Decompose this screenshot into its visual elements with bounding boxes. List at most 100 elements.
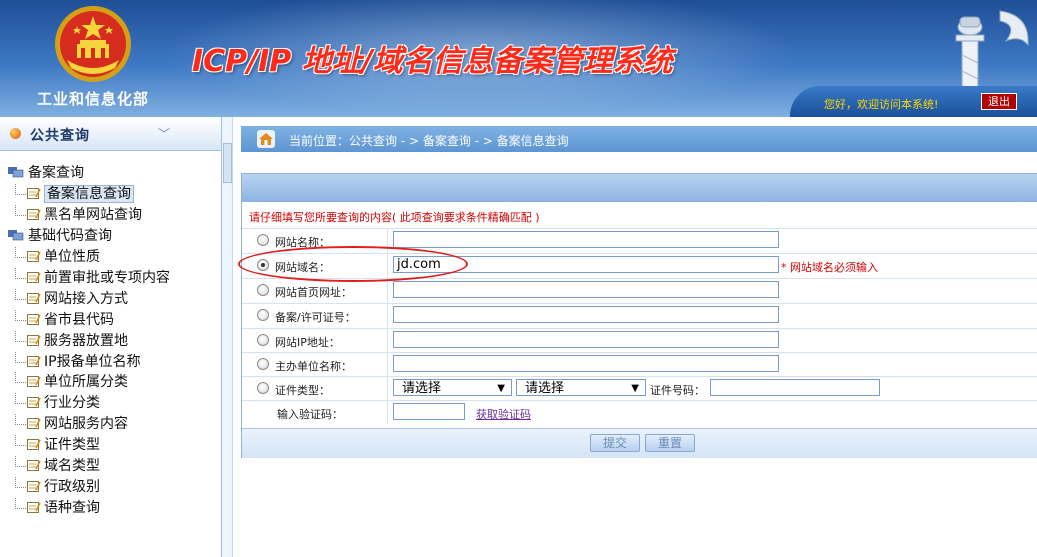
field-label: 证件类型： — [275, 384, 330, 397]
cert-type-select[interactable]: 请选择 ▼ — [393, 379, 512, 396]
field-row-captcha: 输入验证码： 获取验证码 — [242, 400, 1037, 424]
sidebar-item-code-6[interactable]: 单位所属分类 — [15, 371, 128, 391]
sidebar-item-label: 域名类型 — [44, 458, 100, 474]
field-label: 网站首页网址： — [275, 286, 352, 299]
doc-pencil-icon — [27, 209, 41, 220]
sidebar-item-label: 服务器放置地 — [44, 332, 128, 349]
doc-pencil-icon — [27, 501, 41, 513]
radio-org[interactable] — [257, 358, 269, 370]
tree-group-basic-code[interactable]: 基础代码查询 — [8, 225, 112, 245]
doc-pencil-icon — [27, 292, 41, 304]
sidebar-item-label: 行政级别 — [44, 478, 100, 495]
bullet-icon — [10, 128, 21, 139]
form-button-bar: 提交 重置 — [242, 428, 1037, 458]
tree-group-beian[interactable]: 备案查询 — [8, 162, 84, 182]
field-label: 网站IP地址： — [275, 336, 340, 349]
sidebar-item-code-2[interactable]: 网站接入方式 — [15, 288, 128, 308]
sidebar-item-code-4[interactable]: 服务器放置地 — [15, 330, 128, 350]
radio-homepage[interactable] — [257, 284, 269, 296]
radio-site-name[interactable] — [257, 234, 269, 246]
dropdown-arrow-icon: ▼ — [497, 383, 505, 394]
sidebar-item-code-10[interactable]: 域名类型 — [15, 455, 100, 475]
select-value: 请选择 — [402, 381, 442, 396]
radio-license[interactable] — [257, 309, 269, 321]
ministry-name: 工业和信息化部 — [37, 90, 150, 108]
sidebar-item-code-7[interactable]: 行业分类 — [15, 392, 100, 412]
sidebar-item-label: 省市县代码 — [44, 311, 114, 328]
sidebar-item-label: 备案信息查询 — [44, 185, 134, 203]
breadcrumb: 当前位置：公共查询 - > 备案查询 - > 备案信息查询 — [241, 126, 1037, 152]
sidebar: 公共查询 ﹀ 备案查询 备案信息查询 黑名单网站查询 基础代码查询 单位性质前置… — [0, 117, 222, 557]
dropdown-arrow-icon: ▼ — [631, 383, 639, 394]
doc-pencil-icon — [27, 251, 41, 262]
sidebar-item-code-0[interactable]: 单位性质 — [15, 246, 100, 266]
system-title: ICP/IP 地址/域名信息备案管理系统 — [192, 44, 673, 79]
cert-no-input[interactable] — [710, 379, 880, 396]
sidebar-item-code-9[interactable]: 证件类型 — [15, 434, 100, 454]
sidebar-item-label: 证件类型 — [44, 437, 100, 454]
ip-address-input[interactable] — [393, 331, 779, 348]
logout-button[interactable]: 退出 — [981, 93, 1017, 110]
sidebar-item-label: 网站接入方式 — [44, 290, 128, 307]
national-emblem-icon — [55, 6, 131, 82]
field-label: 备案/许可证号： — [275, 311, 356, 324]
sidebar-item-label: 语种查询 — [44, 499, 100, 516]
radio-cert[interactable] — [257, 382, 269, 394]
doc-pencil-icon — [27, 439, 41, 451]
reset-button[interactable]: 重置 — [645, 434, 695, 452]
highlight-ellipse — [238, 246, 468, 282]
field-row-ip: 网站IP地址： — [242, 328, 1037, 352]
select-value: 请选择 — [525, 381, 565, 396]
doc-pencil-icon — [27, 480, 41, 492]
submit-button[interactable]: 提交 — [590, 434, 640, 452]
doc-pencil-icon — [27, 460, 41, 471]
query-form: 请仔细填写您所要查询的内容( 此项查询要求条件精确匹配 ) 网站名称： 网站域名… — [241, 173, 1037, 458]
doc-pencil-icon — [27, 313, 41, 325]
captcha-input[interactable] — [393, 403, 465, 420]
sidebar-item-label: 黑名单网站查询 — [44, 207, 142, 223]
sidebar-item-label: 网站服务内容 — [44, 416, 128, 433]
cert-subtype-select[interactable]: 请选择 ▼ — [516, 379, 646, 396]
license-no-input[interactable] — [393, 306, 779, 323]
doc-pencil-icon — [27, 355, 41, 367]
sidebar-item-code-11[interactable]: 行政级别 — [15, 476, 100, 496]
sidebar-item-label: IP报备单位名称 — [44, 353, 141, 370]
sidebar-item-label: 行业分类 — [44, 395, 100, 412]
required-note: * 网站域名必须输入 — [781, 261, 878, 274]
folder-group-icon — [8, 167, 24, 178]
sidebar-item-code-3[interactable]: 省市县代码 — [15, 309, 114, 329]
sidebar-item-code-5[interactable]: IP报备单位名称 — [15, 351, 141, 371]
splitter-handle[interactable] — [223, 143, 232, 183]
doc-pencil-icon — [27, 271, 41, 283]
radio-ip[interactable] — [257, 334, 269, 346]
sidebar-item-code-12[interactable]: 语种查询 — [15, 497, 100, 517]
welcome-greeting: 您好，欢迎访问本系统! — [824, 98, 939, 111]
org-name-input[interactable] — [393, 355, 779, 372]
doc-pencil-icon — [27, 334, 41, 346]
sidebar-splitter[interactable] — [222, 117, 233, 557]
tree-group-label: 备案查询 — [28, 165, 84, 181]
sidebar-item-label: 单位所属分类 — [44, 374, 128, 391]
doc-pencil-icon — [27, 376, 41, 388]
get-captcha-link[interactable]: 获取验证码 — [476, 406, 531, 422]
breadcrumb-text: 当前位置：公共查询 - > 备案查询 - > 备案信息查询 — [289, 134, 569, 148]
doc-pencil-icon — [27, 188, 41, 199]
field-row-license: 备案/许可证号： — [242, 303, 1037, 327]
doc-pencil-icon — [27, 397, 41, 409]
home-icon[interactable] — [257, 130, 275, 148]
sidebar-item-code-1[interactable]: 前置审批或专项内容 — [15, 267, 170, 287]
sidebar-header[interactable]: 公共查询 ﹀ — [0, 117, 221, 151]
sidebar-item-blacklist[interactable]: 黑名单网站查询 — [15, 204, 142, 224]
homepage-url-input[interactable] — [393, 281, 779, 298]
sidebar-item-code-8[interactable]: 网站服务内容 — [15, 413, 128, 433]
sidebar-item-label: 前置审批或专项内容 — [44, 269, 170, 286]
sidebar-title: 公共查询 — [30, 128, 90, 144]
collapse-chevron-icon[interactable]: ﹀ — [158, 125, 170, 142]
form-notice: 请仔细填写您所要查询的内容( 此项查询要求条件精确匹配 ) — [249, 211, 540, 224]
field-label: 主办单位名称： — [275, 360, 352, 373]
sidebar-item-beian-info[interactable]: 备案信息查询 — [15, 183, 134, 203]
header: 工业和信息化部 ICP/IP 地址/域名信息备案管理系统 您好，欢迎访问本系统!… — [0, 0, 1037, 117]
site-name-input[interactable] — [393, 231, 779, 248]
captcha-label: 输入验证码： — [277, 408, 343, 421]
cert-no-label: 证件号码： — [650, 384, 705, 397]
